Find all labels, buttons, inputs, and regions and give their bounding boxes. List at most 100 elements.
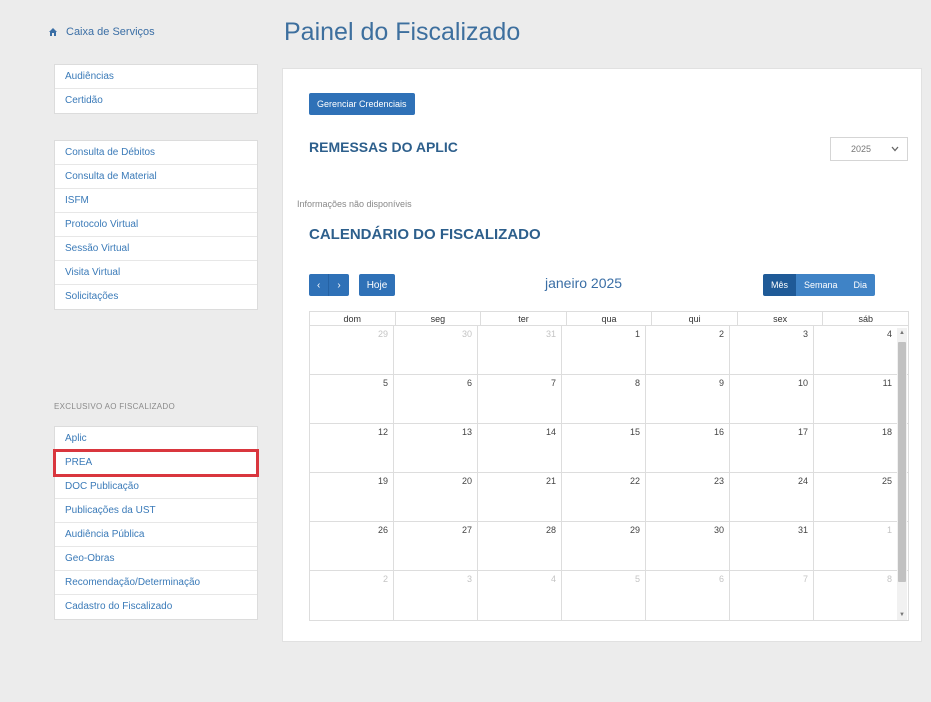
calendar-day-cell[interactable]: 29	[562, 522, 646, 570]
info-unavailable-text: Informações não disponíveis	[297, 199, 412, 209]
calendar-day-cell[interactable]: 21	[478, 473, 562, 521]
calendar-day-cell[interactable]: 11	[814, 375, 908, 423]
calendar-day-cell[interactable]: 31	[730, 522, 814, 570]
calendar-nav: ‹ › Hoje	[309, 274, 396, 296]
scroll-up-icon[interactable]: ▲	[897, 328, 907, 338]
sidebar-item-geo-obras[interactable]: Geo-Obras	[55, 547, 257, 571]
calendar-day-cell[interactable]: 8	[562, 375, 646, 423]
sidebar-item-visita-virtual[interactable]: Visita Virtual	[55, 261, 257, 285]
calendar-week-row: 12 13 14 15 16 17 18	[310, 424, 908, 473]
sidebar-item-aplic[interactable]: Aplic	[55, 427, 257, 451]
calendar-week-row: 5 6 7 8 9 10 11	[310, 375, 908, 424]
calendar-day-cell[interactable]: 5	[310, 375, 394, 423]
calendar-day-cell[interactable]: 19	[310, 473, 394, 521]
sidebar-header-label: Caixa de Serviços	[66, 26, 155, 38]
sidebar-group-2: Consulta de Débitos Consulta de Material…	[54, 140, 258, 310]
next-month-button[interactable]: ›	[329, 274, 349, 296]
chevron-right-icon: ›	[337, 279, 341, 291]
calendar-day-cell[interactable]: 28	[478, 522, 562, 570]
calendar-weekday-header: dom seg ter qua qui sex sáb	[310, 312, 908, 326]
sidebar-item-isfm[interactable]: ISFM	[55, 189, 257, 213]
sidebar-item-sessao-virtual[interactable]: Sessão Virtual	[55, 237, 257, 261]
calendar-day-cell[interactable]: 16	[646, 424, 730, 472]
year-select[interactable]: 2025	[830, 137, 908, 161]
calendar-day-cell[interactable]: 24	[730, 473, 814, 521]
sidebar-item-consulta-debitos[interactable]: Consulta de Débitos	[55, 141, 257, 165]
sidebar-item-audiencia-publica[interactable]: Audiência Pública	[55, 523, 257, 547]
sidebar-item-audiencias[interactable]: Audiências	[55, 65, 257, 89]
calendar-day-cell[interactable]: 7	[478, 375, 562, 423]
year-select-value: 2025	[851, 144, 872, 154]
calendar-day-cell[interactable]: 4	[814, 326, 908, 374]
scroll-down-icon[interactable]: ▼	[897, 610, 907, 620]
weekday-header: qui	[652, 312, 738, 325]
calendar-day-cell[interactable]: 12	[310, 424, 394, 472]
prev-month-button[interactable]: ‹	[309, 274, 330, 296]
calendar-day-cell[interactable]: 2	[646, 326, 730, 374]
calendar-day-cell[interactable]: 8	[814, 571, 908, 620]
page-title: Painel do Fiscalizado	[284, 18, 521, 46]
remessas-heading: REMESSAS DO APLIC	[309, 139, 458, 155]
calendar-day-cell[interactable]: 14	[478, 424, 562, 472]
sidebar: Caixa de Serviços Audiências Certidão Co…	[40, 0, 270, 702]
calendar-day-cell[interactable]: 10	[730, 375, 814, 423]
weekday-header: sáb	[858, 314, 874, 324]
sidebar-item-solicitacoes[interactable]: Solicitações	[55, 285, 257, 309]
view-day-button[interactable]: Dia	[845, 274, 876, 296]
sidebar-item-recomendacao[interactable]: Recomendação/Determinação	[55, 571, 257, 595]
sidebar-item-prea[interactable]: PREA	[53, 449, 259, 477]
calendar-month-title: janeiro 2025	[545, 275, 623, 291]
view-month-button[interactable]: Mês	[763, 274, 797, 296]
view-week-button[interactable]: Semana	[796, 274, 846, 296]
calendar-day-cell[interactable]: 23	[646, 473, 730, 521]
today-button[interactable]: Hoje	[358, 274, 396, 296]
calendar-day-cell[interactable]: 7	[730, 571, 814, 620]
sidebar-item-cadastro[interactable]: Cadastro do Fiscalizado	[55, 595, 257, 619]
calendar-day-cell[interactable]: 6	[646, 571, 730, 620]
calendar-day-cell[interactable]: 17	[730, 424, 814, 472]
main-panel: Gerenciar Credenciais REMESSAS DO APLIC …	[282, 68, 922, 642]
calendar-day-cell[interactable]: 26	[310, 522, 394, 570]
calendar-day-cell[interactable]: 30	[394, 326, 478, 374]
calendar-day-cell[interactable]: 31	[478, 326, 562, 374]
calendar-day-cell[interactable]: 30	[646, 522, 730, 570]
manage-credentials-button[interactable]: Gerenciar Credenciais	[309, 93, 415, 115]
calendar-day-cell[interactable]: 3	[394, 571, 478, 620]
sidebar-item-consulta-material[interactable]: Consulta de Material	[55, 165, 257, 189]
sidebar-header[interactable]: Caixa de Serviços	[48, 22, 155, 42]
calendar-day-cell[interactable]: 13	[394, 424, 478, 472]
sidebar-section-label: EXCLUSIVO AO FISCALIZADO	[54, 402, 176, 411]
calendar-day-cell[interactable]: 27	[394, 522, 478, 570]
sidebar-item-certidao[interactable]: Certidão	[55, 89, 257, 113]
calendar-week-row: 26 27 28 29 30 31 1	[310, 522, 908, 571]
calendar-day-cell[interactable]: 3	[730, 326, 814, 374]
weekday-header: dom	[310, 312, 396, 325]
scrollbar-thumb[interactable]	[898, 342, 906, 582]
calendar-day-cell[interactable]: 29	[310, 326, 394, 374]
calendar-day-cell[interactable]: 18	[814, 424, 908, 472]
calendar-day-cell[interactable]: 25	[814, 473, 908, 521]
calendar-day-cell[interactable]: 20	[394, 473, 478, 521]
prev-next-group: ‹ ›	[309, 274, 349, 296]
calendar-day-cell[interactable]: 4	[478, 571, 562, 620]
calendar-day-cell[interactable]: 22	[562, 473, 646, 521]
calendar-day-cell[interactable]: 5	[562, 571, 646, 620]
calendar-day-cell[interactable]: 6	[394, 375, 478, 423]
sidebar-item-doc-publicacao[interactable]: DOC Publicação	[55, 475, 257, 499]
chevron-down-icon	[891, 146, 899, 152]
sidebar-item-protocolo-virtual[interactable]: Protocolo Virtual	[55, 213, 257, 237]
calendar-body: 29 30 31 1 2 3 4 5 6 7 8 9 10 11 12 13 14 15 16 17 18 19 20 21 2…	[310, 326, 908, 620]
calendar-day-cell[interactable]: 2	[310, 571, 394, 620]
calendar-day-cell[interactable]: 15	[562, 424, 646, 472]
chevron-left-icon: ‹	[317, 279, 321, 291]
sidebar-item-publicacoes-ust[interactable]: Publicações da UST	[55, 499, 257, 523]
calendar-week-row: 19 20 21 22 23 24 25	[310, 473, 908, 522]
weekday-header: qua	[567, 312, 653, 325]
calendar-day-cell[interactable]: 1	[814, 522, 908, 570]
calendar-scrollbar[interactable]: ▲ ▼	[897, 328, 907, 620]
calendar-week-row: 2345678	[310, 571, 908, 620]
calendar-view-group: Mês Semana Dia	[763, 274, 876, 296]
calendar-day-cell[interactable]: 9	[646, 375, 730, 423]
calendar-day-cell[interactable]: 1	[562, 326, 646, 374]
weekday-header: seg	[396, 312, 482, 325]
